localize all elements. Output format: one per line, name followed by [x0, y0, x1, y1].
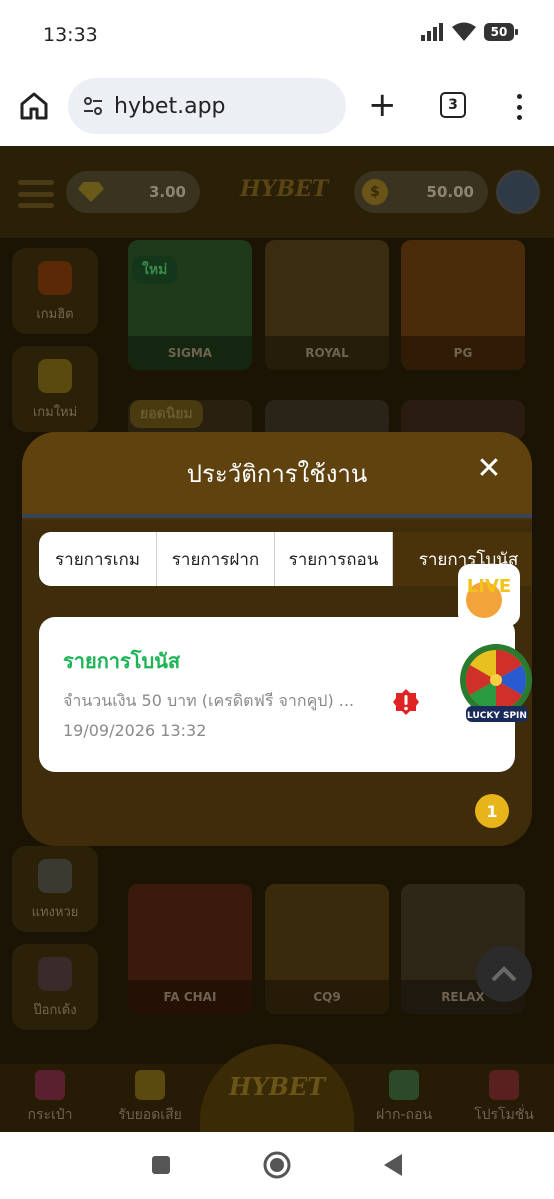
- popular-tag: ยอดนิยม: [130, 400, 203, 428]
- home-icon[interactable]: [18, 90, 50, 122]
- new-tag: ใหม่: [132, 256, 178, 284]
- site-settings-icon[interactable]: [82, 95, 104, 117]
- lottery-ticket-icon: [38, 859, 72, 893]
- wifi-icon: [452, 22, 476, 41]
- record-date: 19/09/2026 13:32: [63, 721, 207, 740]
- live-logo-icon: LIVE: [466, 576, 511, 618]
- coin-balance-value: 50.00: [426, 183, 474, 201]
- sidebar-item-hit-games[interactable]: เกมฮิต: [12, 248, 98, 334]
- scroll-to-top-button[interactable]: [476, 946, 532, 1002]
- gift-icon: [489, 1070, 519, 1100]
- modal-title: ประวัติการใช้งาน: [186, 460, 368, 488]
- game-card[interactable]: ใหม่ SIGMA: [128, 240, 252, 370]
- new-tab-button[interactable]: +: [368, 88, 397, 122]
- nav-label: โปรโมชั่น: [474, 1107, 534, 1123]
- site-header: 3.00 HYBET $ 50.00: [0, 146, 554, 238]
- coin-balance[interactable]: $ 50.00: [354, 171, 488, 213]
- avatar[interactable]: [496, 170, 540, 214]
- nav-promotion[interactable]: โปรโมชั่น: [454, 1070, 554, 1126]
- browser-menu-button[interactable]: [512, 92, 526, 122]
- new-badge-icon: [38, 359, 72, 393]
- sidebar-item-label: แทงหวย: [31, 905, 79, 920]
- tab-withdraw-history[interactable]: รายการถอน: [275, 532, 393, 586]
- site-logo[interactable]: HYBET: [240, 176, 328, 202]
- tab-deposit-history[interactable]: รายการฝาก: [157, 532, 275, 586]
- close-icon[interactable]: ✕: [474, 454, 504, 484]
- lucky-spin-label: LUCKY SPIN: [467, 711, 527, 721]
- cashback-icon: [135, 1070, 165, 1100]
- game-provider-label: ROYAL: [265, 336, 389, 370]
- game-card[interactable]: CQ9: [265, 884, 389, 1014]
- record-description: จำนวนเงิน 50 บาท (เครดิตฟรี จากคูป) ...: [63, 691, 355, 710]
- nav-cashback[interactable]: รับยอดเสีย: [100, 1070, 200, 1126]
- alert-icon[interactable]: [392, 688, 420, 716]
- browser-toolbar: hybet.app + 3: [0, 72, 554, 146]
- game-card[interactable]: ROYAL: [265, 240, 389, 370]
- history-modal: ประวัติการใช้งาน ✕ รายการเกม รายการฝาก ร…: [22, 432, 532, 846]
- signal-icon: [421, 23, 443, 41]
- game-card[interactable]: FA CHAI: [128, 884, 252, 1014]
- hamburger-menu-icon[interactable]: [18, 180, 54, 208]
- tab-game-history[interactable]: รายการเกม: [39, 532, 157, 586]
- recents-icon[interactable]: [150, 1154, 172, 1176]
- deposit-withdraw-icon: [389, 1070, 419, 1100]
- bottom-nav: กระเป๋า รับยอดเสีย HYBET ฝาก-ถอน โปรโมชั…: [0, 1044, 554, 1132]
- clock: 13:33: [43, 24, 98, 46]
- record-title: รายการโบนัส: [63, 649, 181, 673]
- chevron-up-icon: [491, 966, 517, 982]
- nav-wallet[interactable]: กระเป๋า: [0, 1070, 100, 1126]
- home-logo-button[interactable]: HYBET: [200, 1044, 354, 1132]
- game-card[interactable]: PG: [401, 240, 525, 370]
- status-bar: 13:33 50: [0, 0, 554, 72]
- fire-icon: [38, 261, 72, 295]
- game-provider-label: PG: [401, 336, 525, 370]
- nav-deposit-withdraw[interactable]: ฝาก-ถอน: [354, 1070, 454, 1126]
- sidebar-item-label: ป๊อกเด้ง: [33, 1003, 77, 1018]
- pagination-page[interactable]: 1: [475, 794, 509, 828]
- nav-label: ฝาก-ถอน: [375, 1107, 433, 1123]
- nav-label: กระเป๋า: [27, 1107, 73, 1123]
- system-icons: 50: [420, 22, 518, 42]
- center-logo-text: HYBET: [228, 1072, 326, 1101]
- web-page: 3.00 HYBET $ 50.00 เกมฮิต เกมใหม่ แทงหวย…: [0, 146, 554, 1132]
- home-circle-icon[interactable]: [262, 1150, 292, 1180]
- live-casino-float-button[interactable]: LIVE: [458, 564, 520, 626]
- coin-icon: $: [362, 179, 388, 205]
- spin-wheel-icon: LUCKY SPIN: [460, 644, 532, 722]
- address-bar[interactable]: hybet.app: [68, 78, 346, 134]
- game-provider-label: FA CHAI: [128, 980, 252, 1014]
- battery-icon: 50: [484, 23, 518, 41]
- back-icon[interactable]: [380, 1152, 404, 1178]
- bonus-record-card[interactable]: รายการโบนัส จำนวนเงิน 50 บาท (เครดิตฟรี …: [39, 617, 515, 772]
- sidebar-item-lottery[interactable]: แทงหวย: [12, 846, 98, 932]
- android-nav-bar: [0, 1132, 554, 1199]
- sidebar-item-pokdeng[interactable]: ป๊อกเด้ง: [12, 944, 98, 1030]
- tab-switcher-button[interactable]: 3: [440, 92, 466, 118]
- nav-label: รับยอดเสีย: [118, 1107, 182, 1123]
- playing-cards-icon: [38, 957, 72, 991]
- live-label: LIVE: [467, 576, 511, 597]
- url-text: hybet.app: [114, 93, 226, 119]
- credit-balance-value: 3.00: [148, 183, 186, 201]
- sidebar-item-label: เกมใหม่: [32, 405, 78, 420]
- lucky-spin-button[interactable]: LUCKY SPIN: [458, 640, 536, 724]
- wallet-icon: [35, 1070, 65, 1100]
- credit-balance[interactable]: 3.00: [66, 171, 200, 213]
- game-provider-label: CQ9: [265, 980, 389, 1014]
- sidebar-item-label: เกมฮิต: [36, 307, 74, 322]
- game-provider-label: SIGMA: [128, 336, 252, 370]
- diamond-icon: [78, 182, 104, 202]
- sidebar-item-new-games[interactable]: เกมใหม่: [12, 346, 98, 432]
